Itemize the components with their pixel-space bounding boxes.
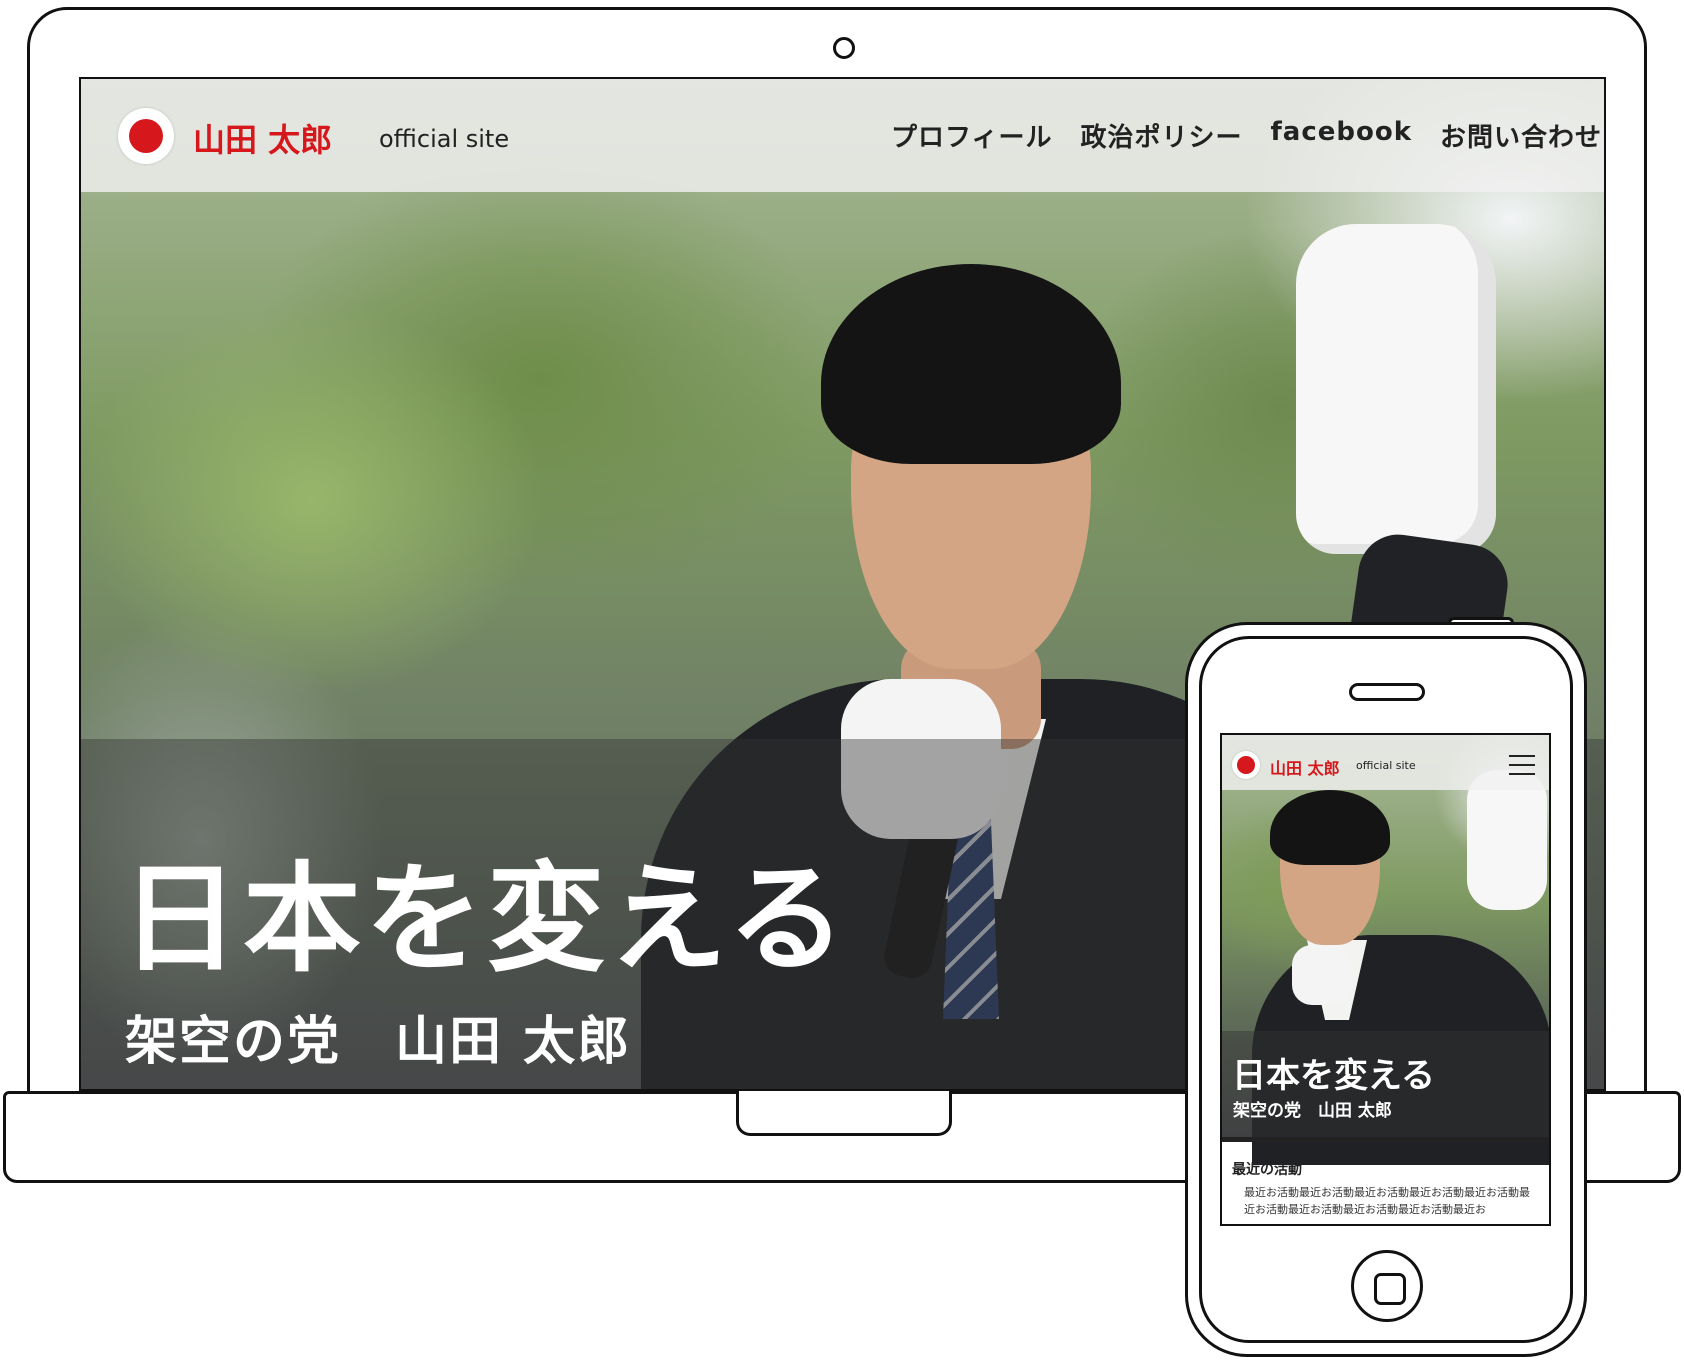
site-subtitle: official site (379, 125, 510, 153)
hamburger-menu-icon[interactable] (1509, 755, 1535, 775)
site-name[interactable]: 山田 太郎 (1270, 755, 1340, 779)
hair (1270, 790, 1390, 865)
site-subtitle: official site (1356, 759, 1416, 772)
hero-headline: 日本を変える (121, 850, 850, 988)
site-header: 山田 太郎 official site プロフィール 政治ポリシー facebo… (81, 79, 1604, 192)
section-divider (1222, 1137, 1549, 1142)
laptop-notch (736, 1091, 952, 1136)
nav-facebook[interactable]: facebook (1271, 117, 1413, 154)
nav-profile[interactable]: プロフィール (891, 117, 1052, 154)
mic-glove (1292, 945, 1352, 1005)
section-body: 最近お活動最近お活動最近お活動最近お活動最近お活動最近お活動最近お活動最近お活動… (1244, 1186, 1530, 1216)
logo-icon[interactable] (118, 108, 174, 164)
hero-subline: 架空の党 山田 太郎 (125, 1012, 632, 1072)
hair (821, 264, 1121, 464)
phone-speaker (1349, 683, 1425, 701)
phone-home-button (1351, 1250, 1423, 1322)
hero-headline: 日本を変える (1232, 1056, 1435, 1096)
nav-contact[interactable]: お問い合わせ (1440, 117, 1602, 154)
laptop-camera (833, 37, 855, 59)
mobile-screen: 山田 太郎 official site 日本を変える 架空の党 山田 太郎 最近… (1220, 733, 1551, 1226)
logo-icon[interactable] (1232, 751, 1260, 779)
nav-policy[interactable]: 政治ポリシー (1080, 117, 1242, 154)
site-name[interactable]: 山田 太郎 (193, 115, 332, 161)
raised-glove (1467, 770, 1547, 910)
mobile-header: 山田 太郎 official site (1222, 735, 1549, 790)
main-nav: プロフィール 政治ポリシー facebook お問い合わせ (891, 117, 1602, 154)
hero-subline: 架空の党 山田 太郎 (1233, 1101, 1392, 1121)
raised-glove (1296, 224, 1496, 554)
section-title: 最近の活動 (1232, 1162, 1302, 1178)
